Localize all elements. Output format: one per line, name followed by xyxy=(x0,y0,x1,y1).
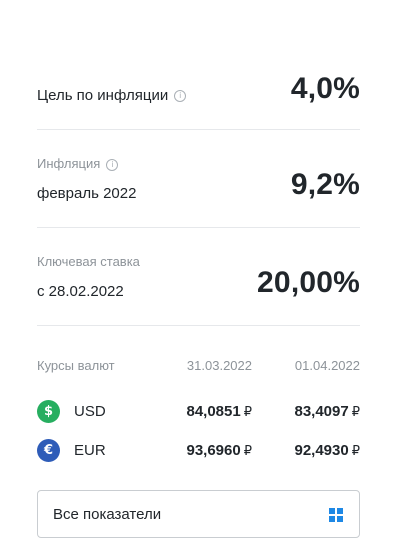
indicator-sub: Ключевая ставка xyxy=(37,254,140,269)
indicator-label: с 28.02.2022 xyxy=(37,283,124,300)
grid-icon xyxy=(329,508,343,522)
rate-row-usd: $ USD 84,0851 ₽ 83,4097 ₽ xyxy=(37,400,360,426)
rates-date-1: 31.03.2022 xyxy=(186,358,252,373)
rates-header: Курсы валют 31.03.2022 01.04.2022 xyxy=(37,356,360,378)
rate-number: 93,6960 xyxy=(186,442,241,459)
indicator-inflation: Инфляция i февраль 2022 9,2% xyxy=(37,130,360,228)
ruble-sign: ₽ xyxy=(351,444,360,459)
indicator-label: Цель по инфляции xyxy=(37,87,169,104)
indicator-label-wrap: Цель по инфляции i xyxy=(37,87,187,104)
indicator-label: февраль 2022 xyxy=(37,185,137,202)
indicator-sub: Инфляция xyxy=(37,156,101,171)
indicator-value: 9,2% xyxy=(290,168,360,201)
currency-code: USD xyxy=(74,403,106,420)
economic-indicators-panel: Цель по инфляции i 4,0% Инфляция i февраль… xyxy=(37,0,360,556)
all-indicators-button[interactable]: Все показатели xyxy=(37,490,360,538)
rate-value-date-2: 92,4930 ₽ xyxy=(294,442,360,459)
indicator-inflation-target: Цель по инфляции i 4,0% xyxy=(37,60,360,130)
euro-icon: € xyxy=(37,439,60,462)
rate-value-date-1: 84,0851 ₽ xyxy=(186,403,252,420)
rate-row-eur: € EUR 93,6960 ₽ 92,4930 ₽ xyxy=(37,439,360,465)
info-icon[interactable]: i xyxy=(174,90,187,103)
rates-date-2: 01.04.2022 xyxy=(294,358,360,373)
indicator-value: 20,00% xyxy=(257,266,360,299)
rate-value-date-2: 83,4097 ₽ xyxy=(294,403,360,420)
rates-title: Курсы валют xyxy=(37,358,115,373)
indicator-sub-wrap: Инфляция i xyxy=(37,156,119,171)
info-icon[interactable]: i xyxy=(106,158,119,171)
indicator-value: 4,0% xyxy=(290,72,360,105)
currency-code: EUR xyxy=(74,442,106,459)
indicator-key-rate: Ключевая ставка с 28.02.2022 20,00% xyxy=(37,228,360,326)
rate-number: 84,0851 xyxy=(186,403,241,420)
currency-rates: Курсы валют 31.03.2022 01.04.2022 $ USD … xyxy=(37,356,360,462)
rate-value-date-1: 93,6960 ₽ xyxy=(186,442,252,459)
dollar-icon: $ xyxy=(37,400,60,423)
ruble-sign: ₽ xyxy=(243,444,252,459)
all-indicators-label: Все показатели xyxy=(53,506,162,523)
rate-number: 92,4930 xyxy=(294,442,349,459)
ruble-sign: ₽ xyxy=(243,405,252,420)
ruble-sign: ₽ xyxy=(351,405,360,420)
rate-number: 83,4097 xyxy=(294,403,349,420)
divider xyxy=(37,325,360,326)
